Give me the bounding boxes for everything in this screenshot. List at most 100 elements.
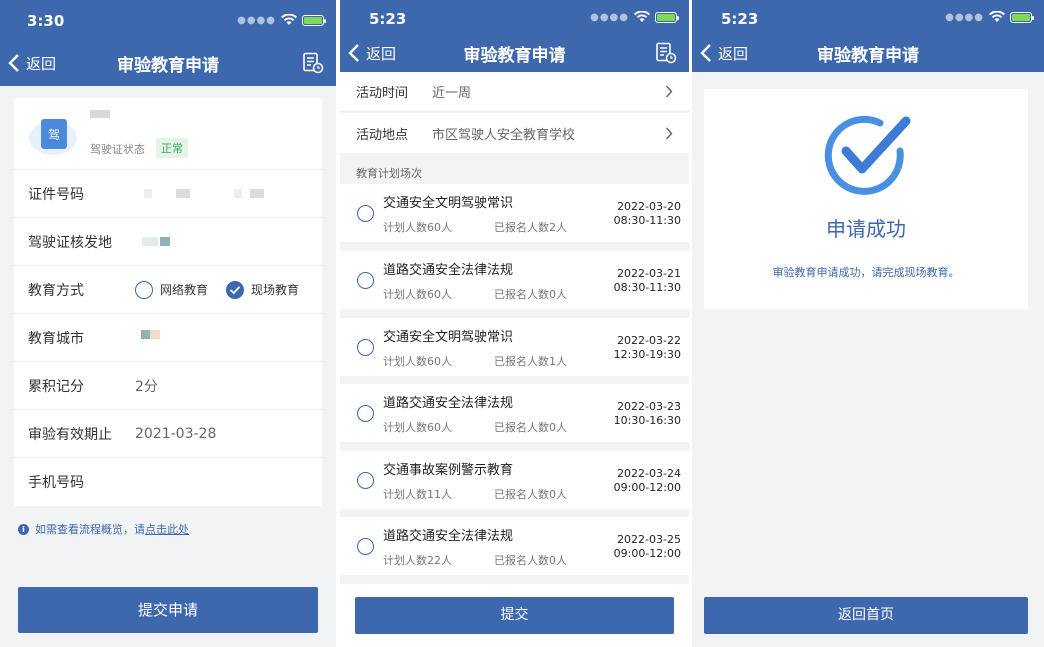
id-number-label: 证件号码 [28,186,84,203]
activity-place-filter[interactable]: 活动地点 市区驾驶人安全教育学校 [340,113,689,153]
session-item[interactable]: 交通事故案例警示教育 计划人数11人 已报名人数0人 2022-03-24 09… [340,451,689,509]
nav-bar: 返回 审验教育申请 [0,46,336,80]
tip-text: 如需查看流程概览，请 [35,523,145,536]
id-number-redacted [234,189,242,198]
field-id-number: 证件号码 [14,170,322,218]
phone-label: 手机号码 [28,475,84,491]
chevron-left-icon [700,44,711,62]
screen-application-form: 3:30 ●●●● 返回 审验教育申请 驾 驾驶证状态 正常 证件号码 驾驶证核… [0,0,336,647]
session-registered-count: 已报名人数0人 [494,421,567,434]
field-education-method: 教育方式 网络教育 现场教育 [14,266,322,314]
record-list-icon[interactable] [302,52,324,74]
activity-time-filter[interactable]: 活动时间 近一周 [340,72,689,112]
result-card: 申请成功 审验教育申请成功，请完成现场教育。 [704,89,1028,309]
session-registered-count: 已报名人数0人 [494,554,567,567]
record-list-icon[interactable] [655,42,677,64]
radio-unchecked-icon[interactable] [357,538,374,555]
signal-icon: ●●●● [590,11,629,23]
session-plan-count: 计划人数22人 [383,554,452,567]
chevron-right-icon [665,85,673,98]
header-bar: 3:30 ●●●● 返回 审验教育申请 [0,0,336,86]
session-registered-count: 已报名人数1人 [494,355,567,368]
session-title: 交通事故案例警示教育 [383,463,514,478]
session-registered-count: 已报名人数0人 [494,288,567,301]
session-item[interactable]: 道路交通安全法律法规 计划人数60人 已报名人数0人 2022-03-23 10… [340,384,689,442]
method-online-option[interactable]: 网络教育 [135,280,209,299]
radio-unchecked-icon[interactable] [357,405,374,422]
radio-unchecked-icon[interactable] [357,339,374,356]
education-method-label: 教育方式 [28,282,84,299]
session-time: 08:30-11:30 [613,214,681,227]
points-label: 累积记分 [28,378,84,395]
status-time: 5:23 [721,10,759,28]
submit-button[interactable]: 提交 [355,597,674,634]
session-date: 2022-03-22 [617,334,681,347]
submit-application-button[interactable]: 提交申请 [18,587,318,633]
session-title: 交通安全文明驾驶常识 [383,196,514,211]
session-item[interactable]: 交通安全文明驾驶常识 计划人数60人 已报名人数1人 2022-03-22 12… [340,318,689,376]
chevron-left-icon [8,54,19,72]
wifi-icon [634,11,650,22]
session-date: 2022-03-23 [617,400,681,413]
session-title: 交通安全文明驾驶常识 [383,330,514,345]
id-number-redacted [176,189,190,198]
info-icon: i [18,523,29,535]
activity-time-value: 近一周 [432,86,472,101]
result-title: 申请成功 [826,217,906,241]
education-city-label: 教育城市 [28,330,84,347]
radio-unchecked-icon[interactable] [357,205,374,222]
method-online-label: 网络教育 [160,283,209,297]
status-icons: ●●●● [590,11,679,23]
tip-link[interactable]: 点击此处 [145,523,189,536]
chevron-left-icon [348,44,359,62]
activity-place-label: 活动地点 [356,127,409,143]
session-item[interactable]: 道路交通安全法律法规 计划人数60人 已报名人数0人 2022-03-21 08… [340,251,689,309]
method-onsite-option[interactable]: 现场教育 [226,280,300,299]
application-form-card: 驾 驾驶证状态 正常 证件号码 驾驶证核发地 教育方式 网络教育 现场教育 教育… [14,98,322,506]
education-city-redacted [150,330,160,339]
header-bar: 5:23 ●●●● 返回 审验教育申请 [340,0,689,72]
session-time: 12:30-19:30 [613,348,681,361]
radio-unchecked-icon[interactable] [357,272,374,289]
license-status-badge: 正常 [156,138,188,158]
field-phone[interactable]: 手机号码 [14,458,322,506]
process-tip: i 如需查看流程概览，请点击此处 [18,521,189,537]
issuing-place-label: 驾驶证核发地 [28,234,112,251]
back-button[interactable]: 返回 [700,43,748,64]
header-bar: 5:23 ●●●● 返回 审验教育申请 [692,0,1044,72]
return-home-button[interactable]: 返回首页 [704,597,1028,634]
session-section-label: 教育计划场次 [356,167,422,180]
license-status-label: 驾驶证状态 [90,143,145,156]
session-item[interactable]: 交通安全文明驾驶常识 计划人数60人 已报名人数2人 2022-03-20 08… [340,184,689,242]
status-time: 5:23 [369,10,407,28]
nav-bar: 返回 审验教育申请 [340,38,689,68]
session-date: 2022-03-24 [617,467,681,480]
session-plan-count: 计划人数60人 [383,288,452,301]
back-button[interactable]: 返回 [348,43,396,64]
session-date: 2022-03-25 [617,533,681,546]
license-icon-char: 驾 [48,128,60,142]
session-time: 10:30-16:30 [613,414,681,427]
success-check-icon [824,115,911,195]
id-number-redacted [144,189,152,198]
signal-icon: ●●●● [237,14,276,26]
screen-result: 5:23 ●●●● 返回 审验教育申请 申请成功 审验教育申请成功，请完成现场教… [692,0,1044,647]
session-time: 08:30-11:30 [613,281,681,294]
id-number-redacted [250,189,264,198]
license-icon: 驾 [29,119,77,155]
field-education-city: 教育城市 [14,314,322,362]
session-plan-count: 计划人数60人 [383,221,452,234]
back-label: 返回 [718,44,749,63]
field-expiry-date: 审验有效期止 2021-03-28 [14,410,322,458]
status-icons: ●●●● [945,11,1034,23]
session-item[interactable]: 道路交通安全法律法规 计划人数22人 已报名人数0人 2022-03-25 09… [340,517,689,575]
activity-time-label: 活动时间 [356,86,409,101]
method-onsite-label: 现场教育 [251,283,300,297]
field-issuing-place: 驾驶证核发地 [14,218,322,266]
status-icons: ●●●● [237,14,326,26]
battery-icon [1010,11,1034,23]
education-city-redacted [141,330,150,339]
back-button[interactable]: 返回 [8,53,56,74]
session-time: 09:00-12:00 [613,547,681,560]
radio-unchecked-icon[interactable] [357,472,374,489]
